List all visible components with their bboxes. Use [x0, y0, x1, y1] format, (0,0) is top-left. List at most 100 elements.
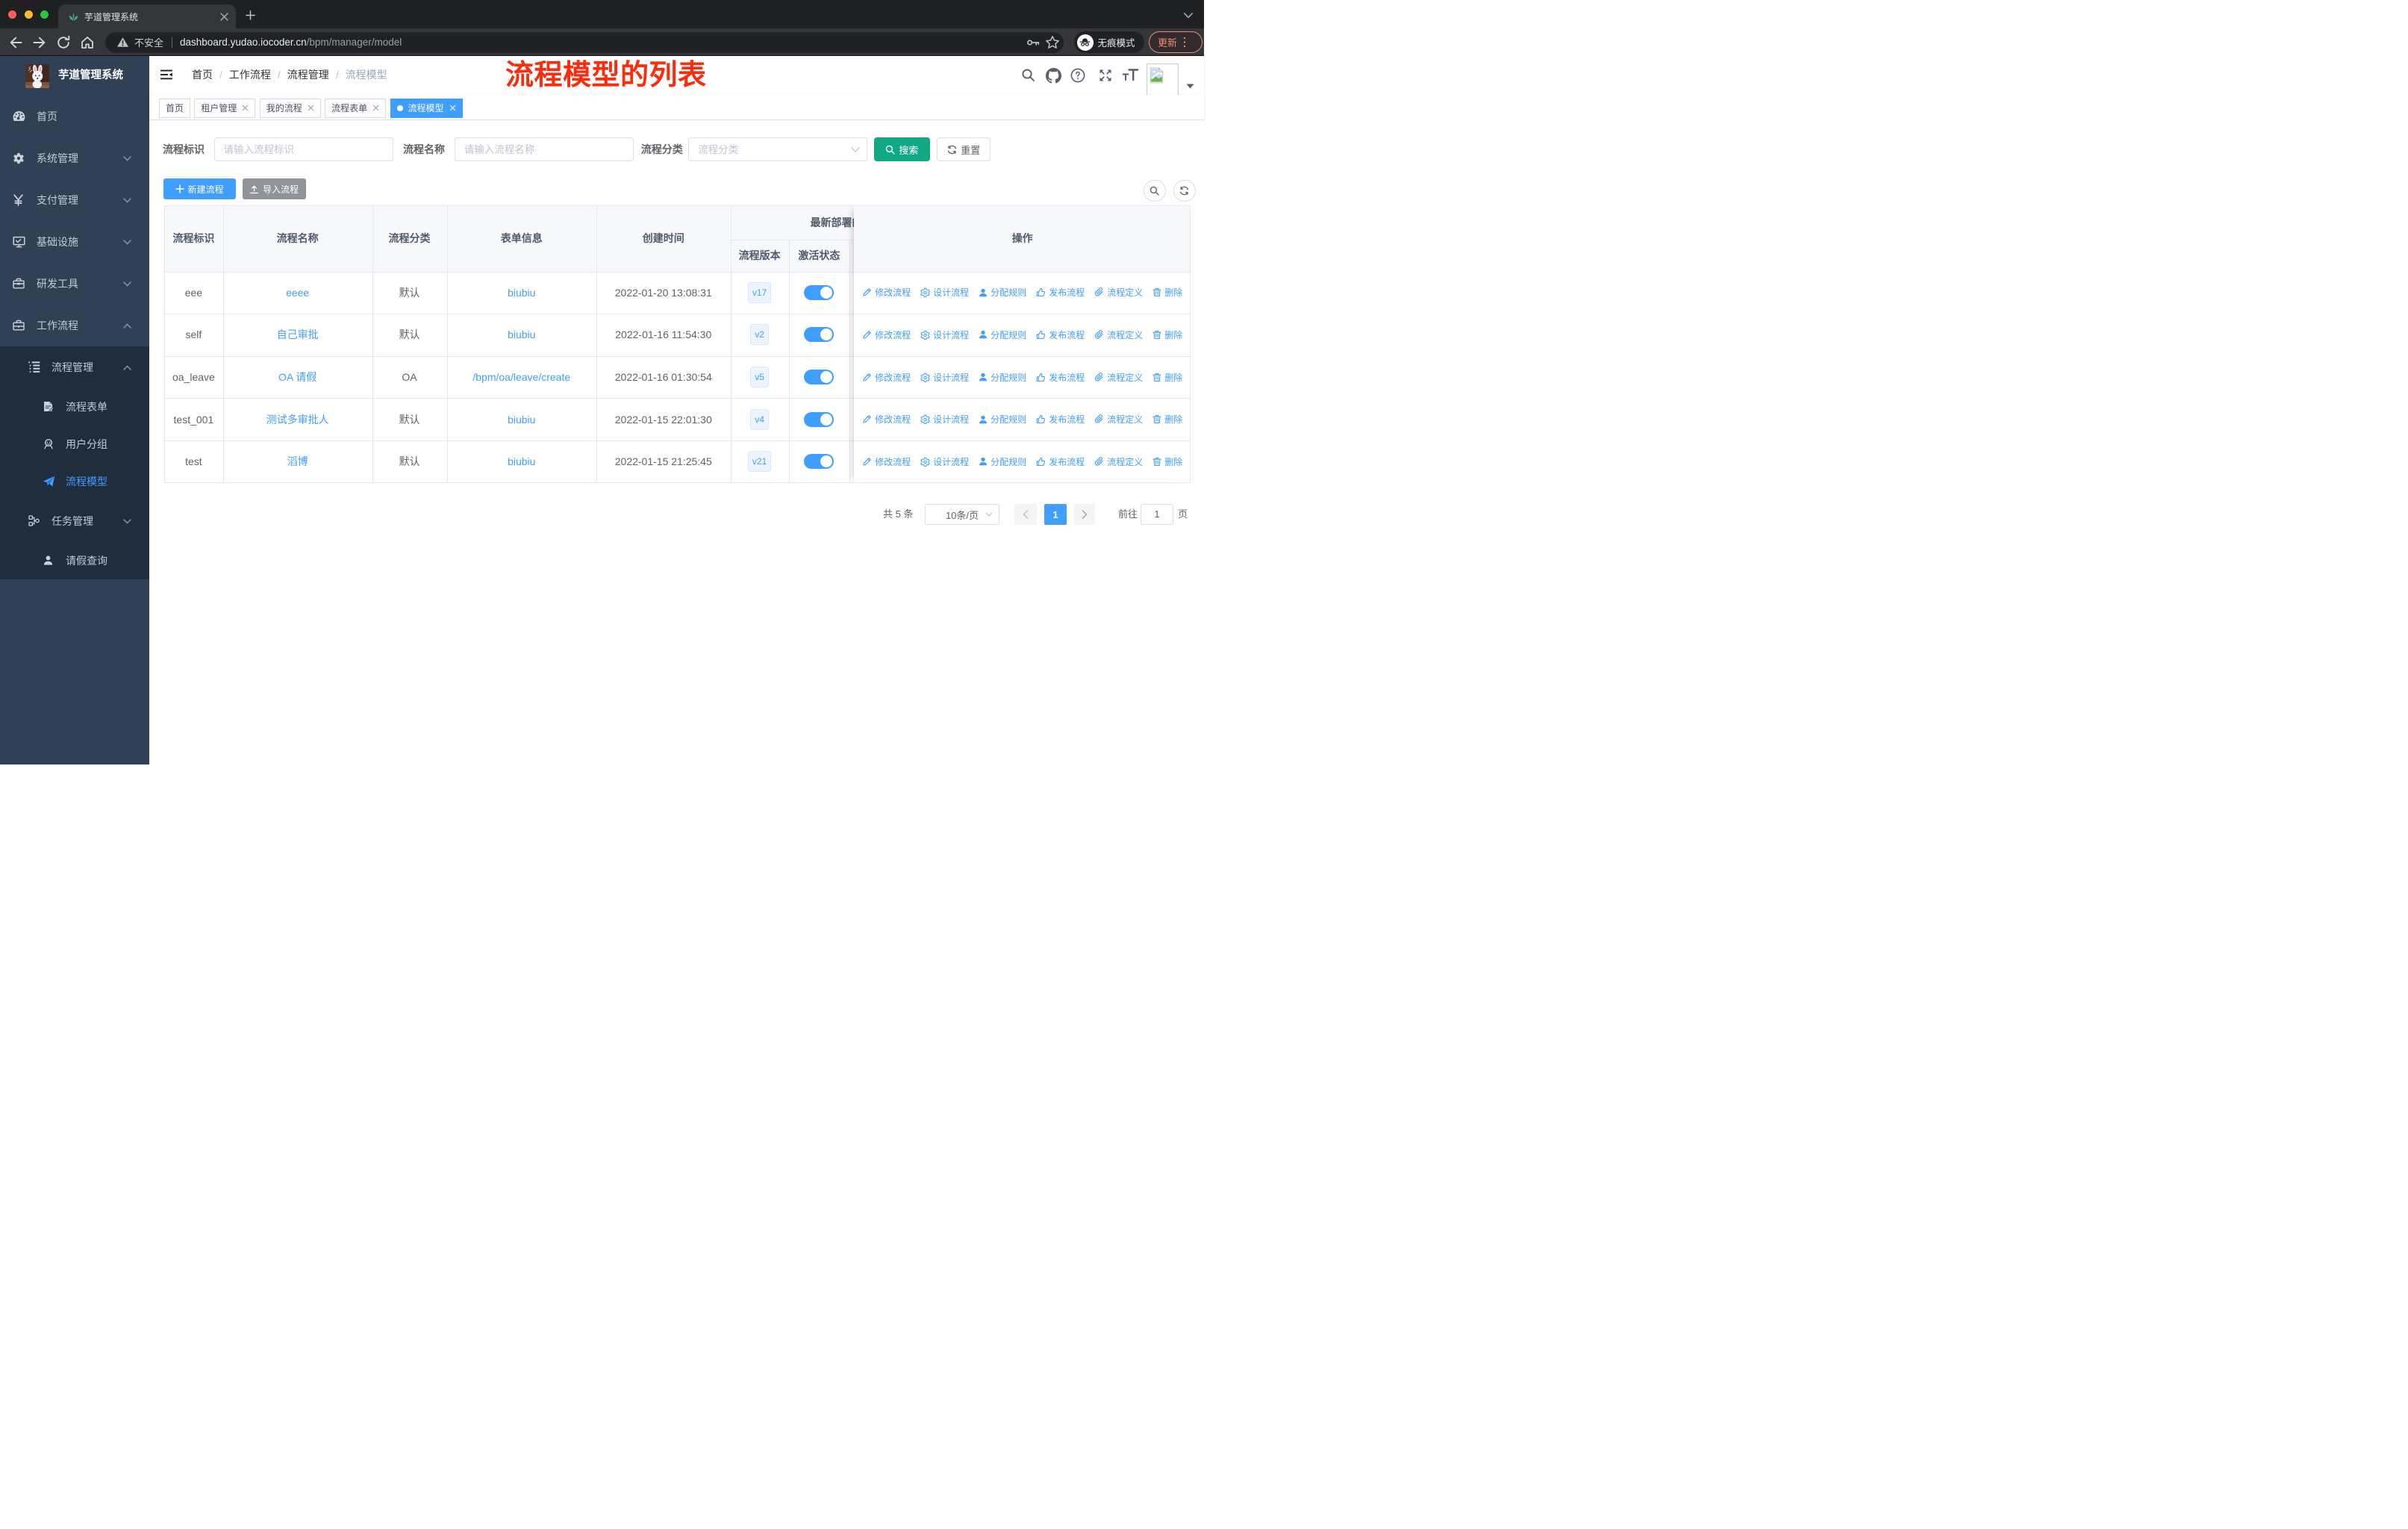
action-设计流程[interactable]: 设计流程: [920, 286, 969, 299]
sidebar-item-流程表单[interactable]: 流程表单: [0, 388, 149, 426]
back-button[interactable]: [7, 34, 24, 51]
sidebar-item-任务管理[interactable]: 任务管理: [0, 500, 149, 542]
action-流程定义[interactable]: 流程定义: [1094, 286, 1143, 299]
sidebar-item-基础设施[interactable]: 基础设施: [0, 221, 149, 263]
action-删除[interactable]: 删除: [1152, 455, 1182, 468]
form-link[interactable]: biubiu: [508, 287, 535, 299]
action-分配规则[interactable]: 分配规则: [979, 371, 1026, 384]
action-删除[interactable]: 删除: [1152, 328, 1182, 341]
form-link[interactable]: biubiu: [508, 414, 535, 426]
tab-search-chevron-icon[interactable]: [1184, 13, 1193, 19]
current-page-button[interactable]: 1: [1044, 504, 1067, 525]
tag-close-icon[interactable]: [242, 105, 249, 111]
fullscreen-icon[interactable]: [1098, 68, 1113, 83]
close-window-button[interactable]: [8, 10, 16, 19]
action-修改流程[interactable]: 修改流程: [862, 328, 911, 341]
new-process-button[interactable]: 新建流程: [163, 178, 236, 199]
browser-menu-kebab-icon[interactable]: [1183, 37, 1186, 48]
process-name-link[interactable]: 滔博: [287, 454, 308, 469]
category-select[interactable]: [688, 137, 868, 161]
not-secure-warning-icon[interactable]: [116, 37, 129, 48]
action-流程定义[interactable]: 流程定义: [1094, 455, 1143, 468]
home-button[interactable]: [79, 34, 96, 51]
action-修改流程[interactable]: 修改流程: [862, 413, 911, 426]
active-toggle[interactable]: [804, 327, 835, 343]
update-chrome-button[interactable]: 更新: [1149, 31, 1203, 53]
version-tag[interactable]: v4: [750, 408, 769, 430]
sidebar-item-流程管理[interactable]: 流程管理: [0, 346, 149, 388]
action-发布流程[interactable]: 发布流程: [1036, 371, 1085, 384]
action-修改流程[interactable]: 修改流程: [862, 371, 911, 384]
version-tag[interactable]: v21: [747, 451, 772, 473]
font-size-icon[interactable]: [1122, 68, 1138, 83]
action-分配规则[interactable]: 分配规则: [979, 455, 1026, 468]
version-tag[interactable]: v17: [747, 281, 772, 303]
action-删除[interactable]: 删除: [1152, 413, 1182, 426]
process-name-link[interactable]: eeee: [286, 287, 309, 299]
action-发布流程[interactable]: 发布流程: [1036, 286, 1085, 299]
action-设计流程[interactable]: 设计流程: [920, 413, 969, 426]
user-avatar[interactable]: [1147, 63, 1179, 96]
active-toggle[interactable]: [804, 411, 835, 427]
sidebar-item-工作流程[interactable]: 工作流程: [0, 305, 149, 346]
sidebar-item-研发工具[interactable]: 研发工具: [0, 263, 149, 305]
action-设计流程[interactable]: 设计流程: [920, 328, 969, 341]
tag-流程表单[interactable]: 流程表单: [325, 98, 387, 118]
breadcrumb-item[interactable]: 首页: [192, 69, 213, 81]
action-发布流程[interactable]: 发布流程: [1036, 455, 1085, 468]
process-name-link[interactable]: 自己审批: [277, 327, 319, 342]
sidebar-item-首页[interactable]: 首页: [0, 96, 149, 137]
active-toggle[interactable]: [804, 454, 835, 470]
address-bar[interactable]: 不安全 dashboard.yudao.iocoder.cn/bpm/manag…: [105, 31, 1064, 53]
tag-流程模型[interactable]: 流程模型: [390, 98, 463, 118]
sidebar-logo[interactable]: 芋道管理系统: [0, 56, 149, 96]
refresh-table-button[interactable]: [1173, 179, 1196, 202]
action-分配规则[interactable]: 分配规则: [979, 286, 1026, 299]
search-icon[interactable]: [1021, 68, 1036, 83]
breadcrumb-item[interactable]: 工作流程: [229, 69, 271, 81]
minimize-window-button[interactable]: [24, 10, 33, 19]
github-icon[interactable]: [1046, 67, 1061, 83]
action-发布流程[interactable]: 发布流程: [1036, 413, 1085, 426]
action-流程定义[interactable]: 流程定义: [1094, 371, 1143, 384]
sidebar-item-支付管理[interactable]: 支付管理: [0, 179, 149, 221]
breadcrumb-item[interactable]: 流程管理: [287, 69, 329, 81]
version-tag[interactable]: v2: [750, 324, 769, 346]
action-发布流程[interactable]: 发布流程: [1036, 328, 1085, 341]
active-toggle[interactable]: [804, 370, 835, 385]
action-删除[interactable]: 删除: [1152, 371, 1182, 384]
action-流程定义[interactable]: 流程定义: [1094, 413, 1143, 426]
tag-租户管理[interactable]: 租户管理: [194, 98, 256, 118]
process-name-input[interactable]: [454, 137, 634, 161]
forward-button[interactable]: [31, 34, 48, 51]
form-link[interactable]: /bpm/oa/leave/create: [472, 371, 570, 383]
action-修改流程[interactable]: 修改流程: [862, 286, 911, 299]
action-流程定义[interactable]: 流程定义: [1094, 328, 1143, 341]
sidebar-collapse-icon[interactable]: [160, 69, 172, 81]
action-设计流程[interactable]: 设计流程: [920, 455, 969, 468]
tag-close-icon[interactable]: [449, 105, 456, 111]
password-key-icon[interactable]: [1026, 35, 1041, 50]
bookmark-star-icon[interactable]: [1045, 35, 1060, 50]
zoom-window-button[interactable]: [40, 10, 49, 19]
sidebar-item-系统管理[interactable]: 系统管理: [0, 137, 149, 179]
goto-page-input[interactable]: 1: [1141, 504, 1173, 525]
new-tab-button[interactable]: [246, 10, 255, 20]
form-link[interactable]: biubiu: [508, 455, 535, 467]
prev-page-button[interactable]: [1014, 504, 1037, 525]
action-分配规则[interactable]: 分配规则: [979, 413, 1026, 426]
toggle-search-button[interactable]: [1144, 179, 1166, 202]
process-key-input[interactable]: [213, 137, 393, 161]
import-process-button[interactable]: 导入流程: [242, 178, 306, 199]
tag-close-icon[interactable]: [372, 105, 379, 111]
reset-button[interactable]: 重置: [937, 137, 991, 161]
sidebar-item-用户分组[interactable]: 用户分组: [0, 426, 149, 463]
version-tag[interactable]: v5: [750, 367, 769, 388]
action-分配规则[interactable]: 分配规则: [979, 328, 1026, 341]
avatar-caret-icon[interactable]: [1186, 84, 1194, 89]
page-size-select[interactable]: 10条/页: [925, 504, 999, 525]
sidebar-item-请假查询[interactable]: 请假查询: [0, 542, 149, 579]
action-删除[interactable]: 删除: [1152, 286, 1182, 299]
action-设计流程[interactable]: 设计流程: [920, 371, 969, 384]
form-link[interactable]: biubiu: [508, 328, 535, 340]
